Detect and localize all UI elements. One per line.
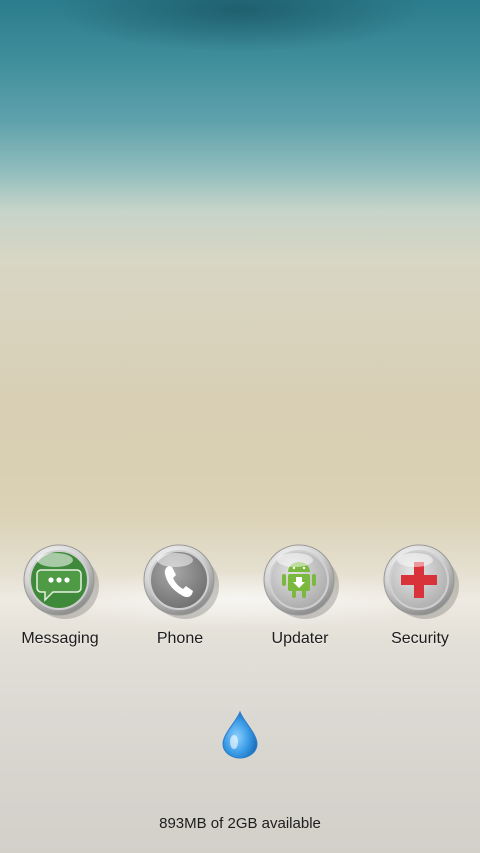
memory-status-text: 893MB of 2GB available bbox=[159, 815, 321, 832]
app-label: Security bbox=[391, 630, 449, 647]
app-phone[interactable]: Phone bbox=[120, 542, 240, 657]
android-update-icon bbox=[261, 542, 339, 620]
app-security[interactable]: Security bbox=[360, 542, 480, 657]
app-label: Phone bbox=[156, 630, 204, 647]
message-bubble-icon bbox=[21, 542, 99, 620]
water-drop-icon bbox=[222, 710, 258, 759]
app-updater[interactable]: Updater bbox=[240, 542, 360, 657]
red-cross-icon bbox=[381, 542, 459, 620]
app-dock: Messaging Phone Updater Security bbox=[0, 542, 480, 662]
app-label: Messaging bbox=[21, 630, 99, 647]
app-messaging[interactable]: Messaging bbox=[0, 542, 120, 657]
app-label: Updater bbox=[271, 630, 329, 647]
phone-handset-icon bbox=[141, 542, 219, 620]
memory-cleaner-button[interactable] bbox=[218, 710, 262, 760]
